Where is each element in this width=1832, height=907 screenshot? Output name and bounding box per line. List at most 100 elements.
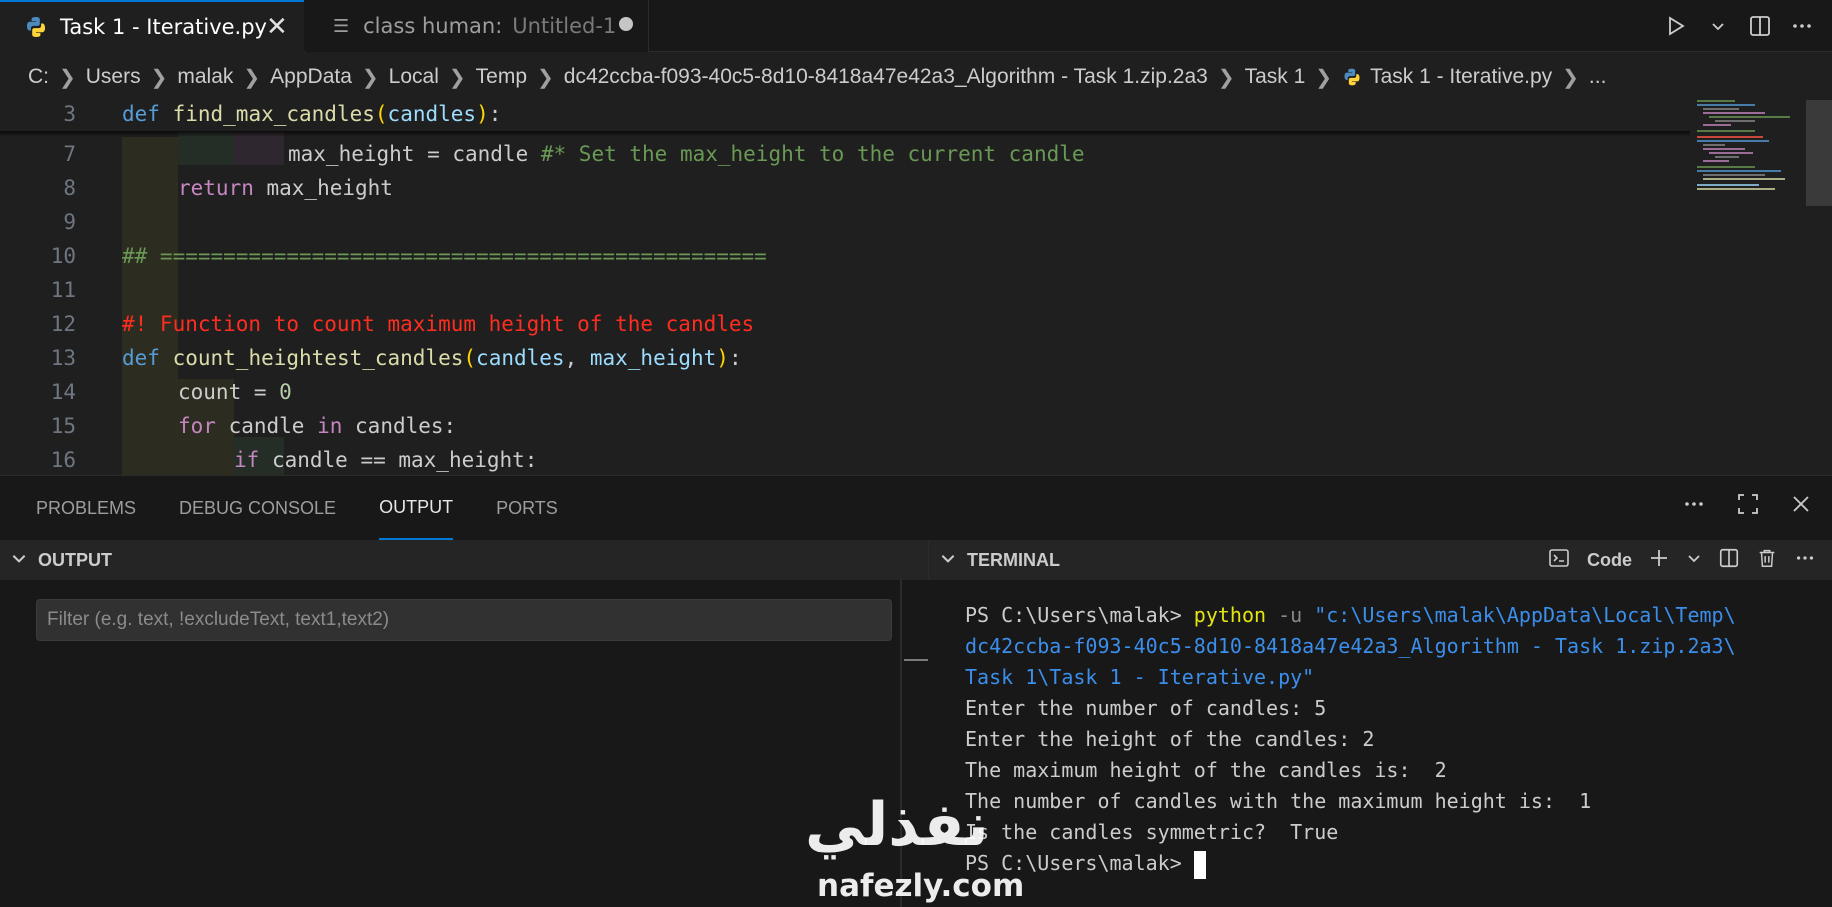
line-number: 12 [50, 312, 76, 336]
chevron-right-icon: ❯ [150, 66, 168, 89]
code-line-10: 10 ## ==================================… [0, 239, 1690, 273]
filter-placeholder: Filter (e.g. text, !excludeText, text1,t… [47, 609, 390, 630]
breadcrumb-item-malak[interactable]: malak [177, 65, 233, 89]
terminal-section-header[interactable]: TERMINAL Code [928, 540, 1832, 580]
tab-description: Untitled-1 [512, 14, 617, 38]
terminal-line: dc42ccba-f093-40c5-8d10-8418a47e42a3_Alg… [965, 634, 1736, 658]
terminal-profile-label[interactable]: Code [1587, 550, 1632, 571]
terminal-line: Enter the height of the candles: 2 [965, 727, 1375, 751]
tab-debug-console[interactable]: DEBUG CONSOLE [179, 476, 336, 540]
output-filter-input[interactable]: Filter (e.g. text, !excludeText, text1,t… [36, 599, 892, 641]
terminal-line: PS C:\Users\malak> python -u "c:\Users\m… [965, 603, 1736, 627]
line-number: 14 [50, 380, 76, 404]
terminal-line: Is the candles symmetric? True [965, 820, 1339, 844]
terminal-line: Task 1\Task 1 - Iterative.py" [965, 665, 1315, 689]
chevron-down-icon[interactable] [1704, 12, 1732, 40]
breadcrumb: C: ❯ Users ❯ malak ❯ AppData ❯ Local ❯ Temp ❯ … [0, 54, 1690, 100]
sash-handle[interactable] [904, 659, 928, 661]
trash-icon[interactable] [1756, 547, 1778, 574]
terminal-line: The number of candles with the maximum h… [965, 789, 1592, 813]
bottom-panel: PROBLEMS DEBUG CONSOLE OUTPUT PORTS OUTP… [0, 475, 1832, 907]
output-section-header[interactable]: OUTPUT [0, 540, 928, 580]
breadcrumb-item-zip-folder[interactable]: dc42ccba-f093-40c5-8d10-8418a47e42a3_Alg… [564, 65, 1208, 89]
code-line-3: 3 def find_max_candles(candles): [0, 97, 1690, 131]
panel-actions [1682, 492, 1812, 522]
terminal-title: TERMINAL [967, 549, 1060, 570]
panel-tabs: PROBLEMS DEBUG CONSOLE OUTPUT PORTS [0, 476, 1832, 540]
line-number: 8 [63, 176, 76, 200]
line-number: 10 [50, 244, 76, 268]
maximize-panel-icon[interactable] [1736, 492, 1760, 522]
unsaved-dot-icon[interactable] [619, 17, 633, 31]
breadcrumb-item-task1[interactable]: Task 1 [1245, 65, 1306, 89]
list-icon: ☰ [333, 15, 350, 37]
chevron-down-icon[interactable] [10, 549, 28, 572]
code-text: def count_heightest_candles(candles, max… [122, 346, 742, 370]
tab-output[interactable]: OUTPUT [379, 476, 454, 540]
chevron-right-icon: ❯ [448, 66, 466, 89]
line-number: 15 [50, 414, 76, 438]
close-icon[interactable]: ✕ [266, 12, 288, 42]
run-icon[interactable] [1662, 12, 1690, 40]
code-line-15: 15 for candle in candles: [0, 409, 1690, 443]
breadcrumb-item-temp[interactable]: Temp [476, 65, 527, 89]
terminal-profile-icon[interactable] [1547, 546, 1571, 575]
breadcrumb-item-appdata[interactable]: AppData [270, 65, 352, 89]
tab-problems[interactable]: PROBLEMS [36, 476, 136, 540]
editor-tab-bar: Task 1 - Iterative.py ✕ ☰ class human: U… [0, 0, 1832, 52]
chevron-down-icon[interactable] [939, 549, 957, 572]
code-text: #! Function to count maximum height of t… [122, 312, 755, 336]
chevron-right-icon: ❯ [243, 66, 261, 89]
code-line-13: 13 def count_heightest_candles(candles, … [0, 341, 1690, 375]
tab-class-human[interactable]: ☰ class human: Untitled-1 [305, 0, 649, 52]
split-editor-icon[interactable] [1746, 12, 1774, 40]
code-line-9: 9 [0, 205, 1690, 239]
chevron-right-icon: ❯ [1562, 66, 1579, 89]
chevron-down-icon[interactable] [1686, 550, 1702, 571]
python-file-icon [1344, 68, 1360, 86]
chevron-right-icon: ❯ [59, 66, 76, 89]
terminal-line: Enter the number of candles: 5 [965, 696, 1327, 720]
chevron-right-icon: ❯ [1217, 66, 1235, 89]
more-actions-icon[interactable] [1788, 12, 1816, 40]
line-number: 16 [50, 448, 76, 472]
line-number: 13 [50, 346, 76, 370]
more-actions-icon[interactable] [1682, 492, 1706, 522]
chevron-right-icon: ❯ [361, 66, 379, 89]
code-line-11: 11 [0, 273, 1690, 307]
split-terminal-icon[interactable] [1718, 547, 1740, 574]
line-number: 9 [63, 210, 76, 234]
code-text: def find_max_candles(candles): [122, 102, 502, 126]
editor-scrollbar-thumb[interactable] [1806, 100, 1832, 206]
terminal-line: The maximum height of the candles is: 2 [965, 758, 1447, 782]
code-text: if candle == max_height: [234, 448, 538, 472]
tab-label: Task 1 - Iterative.py [60, 15, 267, 39]
terminal-actions: Code [1547, 540, 1816, 580]
code-text: ## =====================================… [122, 244, 767, 268]
close-panel-icon[interactable] [1790, 493, 1812, 521]
code-text: for candle in candles: [178, 414, 457, 438]
line-number: 7 [63, 142, 76, 166]
output-title: OUTPUT [38, 549, 112, 570]
breadcrumb-item-more[interactable]: ... [1589, 65, 1607, 89]
code-line-14: 14 count = 0 [0, 375, 1690, 409]
line-number: 11 [50, 278, 76, 302]
code-editor[interactable]: 3 def find_max_candles(candles): 7 max_h… [0, 97, 1832, 475]
chevron-right-icon: ❯ [537, 66, 554, 89]
breadcrumb-item-local[interactable]: Local [389, 65, 439, 89]
editor-actions [1662, 0, 1816, 52]
tab-label: class human: [363, 14, 503, 38]
more-actions-icon[interactable] [1794, 547, 1816, 574]
panel-divider[interactable] [900, 580, 902, 907]
tab-task1-iterative[interactable]: Task 1 - Iterative.py ✕ [0, 0, 304, 52]
terminal-line: PS C:\Users\malak> [965, 848, 1805, 879]
breadcrumb-item-users[interactable]: Users [86, 65, 141, 89]
terminal-output[interactable]: PS C:\Users\malak> python -u "c:\Users\m… [965, 600, 1805, 879]
chevron-right-icon: ❯ [1315, 66, 1333, 89]
code-text: return max_height [178, 176, 393, 200]
tab-ports[interactable]: PORTS [496, 476, 558, 540]
new-terminal-icon[interactable] [1648, 547, 1670, 574]
code-line-12: 12 #! Function to count maximum height o… [0, 307, 1690, 341]
breadcrumb-item-drive[interactable]: C: [28, 65, 49, 89]
breadcrumb-item-file[interactable]: Task 1 - Iterative.py [1370, 65, 1552, 89]
